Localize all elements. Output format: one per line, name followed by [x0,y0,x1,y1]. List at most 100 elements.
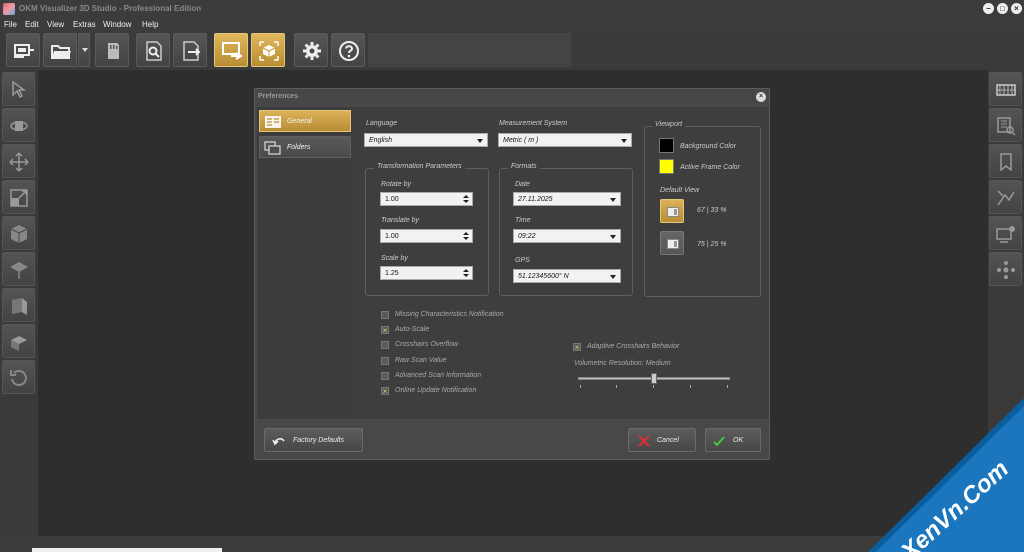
bookmark-button[interactable] [989,144,1022,178]
pointer-select-icon [12,80,27,99]
view-67-33-button[interactable] [660,199,684,223]
translate-spinbox[interactable]: 1.00 [380,229,473,243]
gps-label: GPS [515,257,530,264]
online-update-checkbox[interactable]: × [381,387,389,396]
auto-scale-checkbox[interactable]: × [381,326,389,335]
help-button[interactable] [331,33,365,67]
screenshot-button[interactable] [214,33,248,67]
active-frame-color-swatch[interactable] [659,159,674,174]
cancel-button[interactable]: Cancel [628,428,696,452]
device-settings-button[interactable] [989,216,1022,250]
3d-view-button[interactable] [251,33,285,67]
reset-view-button[interactable] [2,360,35,394]
menu-file[interactable]: File [4,20,17,29]
app-title: OKM Visualizer 3D Studio - Professional … [19,4,202,13]
open-file-dropdown[interactable] [78,33,90,67]
menu-view[interactable]: View [47,20,64,29]
slider-tick [653,385,654,388]
sd-card-icon [108,43,119,59]
missing-characteristics-label: Missing Characteristics Notification [395,311,504,318]
sd-card-button[interactable] [95,33,129,67]
language-value: English [369,137,392,144]
scale-spinbox[interactable]: 1.25 [380,266,473,280]
device-connect-icon [14,44,34,58]
adaptive-crosshairs-checkbox[interactable]: × [573,343,581,352]
measurement-select[interactable]: Metric ( m ) [498,133,632,147]
spin-down-icon[interactable] [463,200,469,203]
checkmark-icon [713,436,725,447]
scan-graph-button[interactable] [989,72,1022,106]
maximize-button[interactable]: □ [997,3,1008,14]
main-toolbar [0,32,1024,70]
folders-icon [264,141,281,155]
folder-open-icon [51,45,71,59]
nav-folders[interactable]: Folders [259,136,351,158]
menu-edit[interactable]: Edit [25,20,39,29]
move-tool-button[interactable] [2,144,35,178]
chevron-down-icon [610,275,616,279]
gear-icon [303,42,321,60]
question-icon [339,41,359,61]
scale-tool-button[interactable] [2,180,35,214]
chevron-down-icon [621,139,627,143]
gps-format-select[interactable]: 51.12345600° N [513,269,621,283]
connect-device-button[interactable] [6,33,40,67]
reset-rotate-icon [10,370,27,386]
rotate-icon [10,121,28,131]
missing-characteristics-checkbox[interactable] [381,311,389,319]
ok-button[interactable]: OK [705,428,761,452]
menu-extras[interactable]: Extras [73,20,96,29]
grid-search-button[interactable] [989,108,1022,142]
date-value: 27.11.2025 [518,196,553,203]
auto-scale-label: Auto-Scale [395,326,430,333]
slider-tick [616,385,617,388]
settings-button[interactable] [294,33,328,67]
factory-defaults-button[interactable]: Factory Defaults [264,428,363,452]
raw-scan-value-checkbox[interactable] [381,357,389,365]
spin-up-icon[interactable] [463,232,469,235]
rotate-tool-button[interactable] [2,108,35,142]
language-select[interactable]: English [364,133,488,147]
nav-folders-label: Folders [287,144,311,151]
time-format-select[interactable]: 09:22 [513,229,621,243]
raw-scan-value-label: Raw Scan Value [395,357,447,364]
advanced-scan-info-checkbox[interactable] [381,372,389,380]
menu-help[interactable]: Help [142,20,158,29]
nav-general[interactable]: General [259,110,351,132]
top-view-button[interactable] [2,252,35,286]
export-button[interactable] [173,33,207,67]
close-window-button[interactable]: × [1011,3,1022,14]
spin-down-icon[interactable] [463,237,469,240]
volumetric-slider-thumb[interactable] [651,373,657,384]
slider-tick [580,385,581,388]
measure-tool-button[interactable] [989,180,1022,214]
dialog-close-button[interactable]: × [756,92,766,102]
rotate-spinbox[interactable]: 1.00 [380,192,473,206]
navigate-dots-icon [997,261,1015,279]
side-view-button[interactable] [2,288,35,322]
screen-capture-icon [222,42,243,60]
minimize-button[interactable]: – [983,3,994,14]
open-file-button[interactable] [43,33,77,67]
background-color-swatch[interactable] [659,138,674,153]
spin-up-icon[interactable] [463,269,469,272]
front-view-button[interactable] [2,324,35,358]
formats-title: Formats [508,163,540,170]
transformation-title: Transformation Parameters [374,163,465,170]
navigate-button[interactable] [989,252,1022,286]
crosshairs-overflow-checkbox[interactable] [381,341,389,349]
select-tool-button[interactable] [2,72,35,106]
spin-up-icon[interactable] [463,195,469,198]
scale-icon [10,189,28,207]
date-format-select[interactable]: 27.11.2025 [513,192,621,206]
rotate-label: Rotate by [381,181,411,188]
view-75-25-button[interactable] [660,231,684,255]
menu-window[interactable]: Window [103,20,131,29]
export-document-icon [183,41,201,61]
spin-down-icon[interactable] [463,274,469,277]
dialog-header: Preferences × [255,89,769,105]
cube-view-button[interactable] [2,216,35,250]
time-value: 09:22 [518,233,536,240]
search-scan-button[interactable] [136,33,170,67]
translate-label: Translate by [381,217,419,224]
